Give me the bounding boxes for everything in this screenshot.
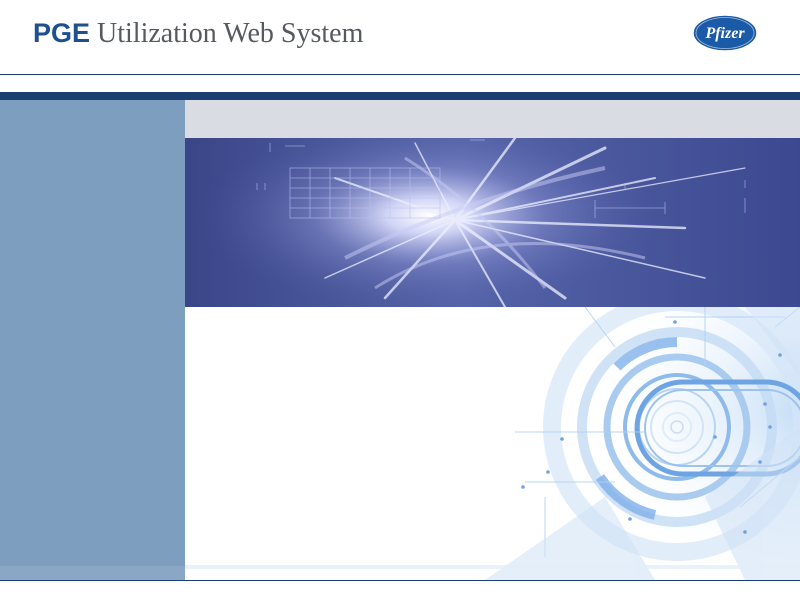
logo-text: Pfizer — [704, 25, 745, 42]
title-text: Utilization Web System — [90, 18, 364, 49]
sidebar-footer-strip — [0, 566, 185, 580]
header-band — [0, 92, 800, 100]
title-acronym: PGE — [33, 18, 91, 48]
header: PGE Utilization Web System Pfizer — [0, 0, 800, 74]
content-illustration — [185, 307, 800, 580]
content-topbar — [185, 100, 800, 138]
main-content — [185, 100, 800, 580]
footer-rule — [0, 580, 800, 581]
sidebar — [0, 100, 185, 580]
header-rule — [0, 74, 800, 75]
banner-image — [185, 138, 800, 307]
page: PGE Utilization Web System Pfizer — [0, 0, 800, 600]
page-title: PGE Utilization Web System — [33, 20, 363, 48]
pfizer-logo: Pfizer — [692, 13, 758, 53]
